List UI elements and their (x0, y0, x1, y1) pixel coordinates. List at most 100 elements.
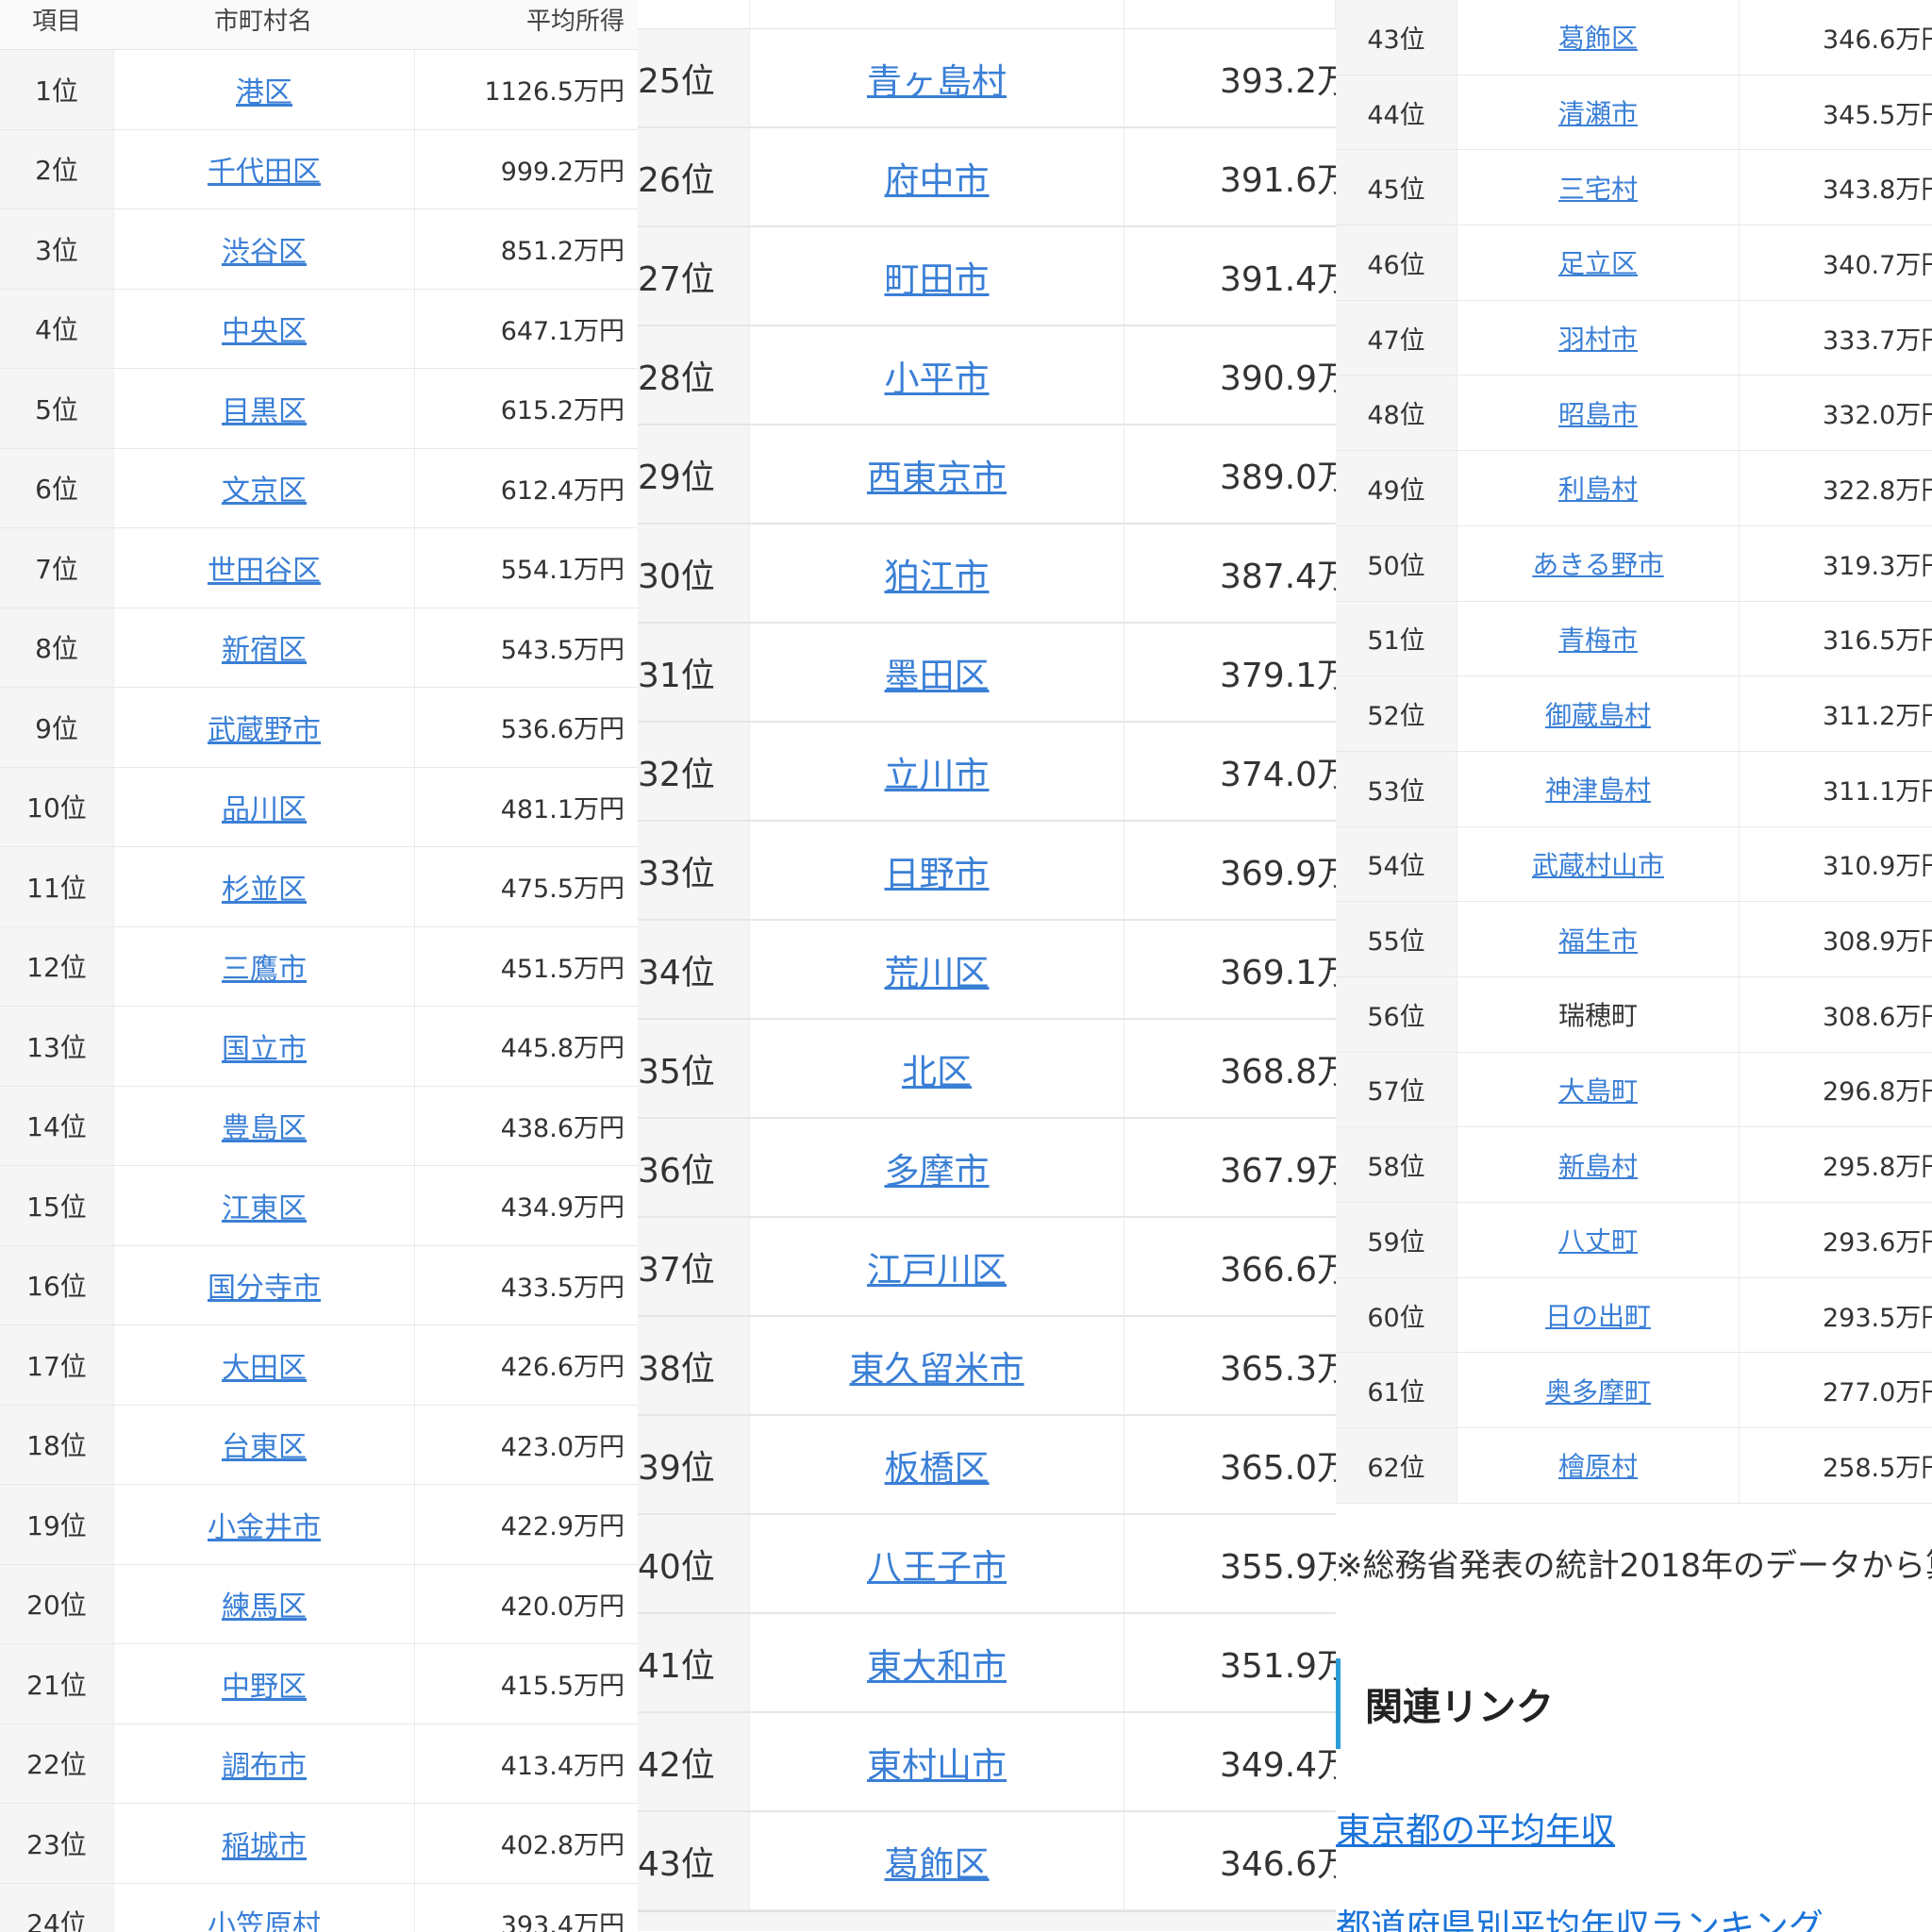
municipality-link[interactable]: 青梅市 (1558, 620, 1638, 658)
rank-cell: 57位 (1336, 1052, 1457, 1127)
municipality-link[interactable]: 大田区 (222, 1344, 307, 1386)
municipality-link[interactable]: 小平市 (885, 350, 990, 401)
rank-cell: 2位 (0, 129, 113, 208)
municipality-link[interactable]: 渋谷区 (222, 228, 307, 270)
municipality-link[interactable]: 小金井市 (208, 1504, 321, 1545)
municipality-cell: 小金井市 (113, 1485, 415, 1564)
income-value: 319.3万円 (1823, 551, 1932, 581)
municipality-link[interactable]: 千代田区 (208, 148, 321, 190)
municipality-link[interactable]: 日の出町 (1545, 1296, 1651, 1334)
municipality-link[interactable]: 中央区 (222, 308, 307, 349)
municipality-link[interactable]: 昭島市 (1558, 394, 1638, 432)
income-cell: 296.8万円 (1740, 1052, 1932, 1127)
municipality-link[interactable]: 武蔵野市 (208, 707, 321, 748)
municipality-link[interactable]: 清瀬市 (1558, 93, 1638, 131)
rank-cell: 1位 (0, 50, 113, 129)
municipality-link[interactable]: 墨田区 (885, 647, 990, 698)
municipality-link[interactable]: 武蔵村山市 (1532, 845, 1664, 883)
municipality-link[interactable]: 羽村市 (1558, 319, 1638, 357)
municipality-link[interactable]: 葛飾区 (1558, 18, 1638, 56)
income-cell: 422.9万円 (415, 1485, 638, 1564)
municipality-link[interactable]: 国分寺市 (208, 1264, 321, 1306)
rank-cell: 10位 (0, 767, 113, 846)
municipality-link[interactable]: 神津島村 (1545, 770, 1651, 808)
municipality-link[interactable]: 利島村 (1558, 469, 1638, 507)
municipality-link[interactable]: 東村山市 (867, 1737, 1007, 1788)
municipality-link[interactable]: 八王子市 (867, 1539, 1007, 1590)
municipality-link[interactable]: 多摩市 (885, 1142, 990, 1193)
rank-cell: 11位 (0, 847, 113, 926)
income-cell: 554.1万円 (415, 528, 638, 608)
rank-cell: 44位 (1336, 75, 1457, 150)
municipality-link[interactable]: 西東京市 (867, 449, 1007, 500)
table-row: 9位 武蔵野市 536.6万円 (0, 688, 638, 768)
municipality-link[interactable]: 八丈町 (1558, 1221, 1638, 1258)
rank-cell: 52位 (1336, 676, 1457, 751)
income-value: 293.5万円 (1823, 1303, 1932, 1333)
municipality-link[interactable]: 小笠原村 (208, 1902, 321, 1932)
municipality-link[interactable]: 日野市 (885, 845, 990, 896)
municipality-link[interactable]: 国立市 (222, 1025, 307, 1067)
municipality-link[interactable]: 練馬区 (222, 1583, 307, 1624)
municipality-cell: 日野市 (749, 822, 1124, 919)
municipality-link[interactable]: 東大和市 (867, 1638, 1007, 1689)
income-value: 345.5万円 (1823, 100, 1932, 130)
income-cell: 343.8万円 (1740, 150, 1932, 225)
municipality-link[interactable]: 御蔵島村 (1545, 695, 1651, 733)
income-cell: 308.9万円 (1740, 902, 1932, 976)
municipality-link[interactable]: 江東区 (222, 1185, 307, 1226)
municipality-link[interactable]: 大島町 (1558, 1071, 1638, 1108)
municipality-link[interactable]: 杉並区 (222, 866, 307, 908)
municipality-link[interactable]: 町田市 (885, 251, 990, 302)
municipality-cell: 三宅村 (1457, 150, 1740, 225)
municipality-link[interactable]: 台東区 (222, 1424, 307, 1465)
municipality-link[interactable]: あきる野市 (1532, 544, 1663, 582)
municipality-link[interactable]: 足立区 (1558, 243, 1638, 281)
municipality-link[interactable]: 世田谷区 (208, 547, 321, 589)
municipality-link[interactable]: 文京区 (222, 467, 307, 508)
municipality-link[interactable]: 品川区 (222, 786, 307, 827)
municipality-link[interactable]: 奥多摩町 (1545, 1372, 1651, 1409)
municipality-link[interactable]: 葛飾区 (885, 1836, 990, 1887)
table-row: 39位 板橋区 365.0万円 (638, 1416, 1336, 1515)
municipality-cell: 中野区 (113, 1644, 415, 1724)
municipality-link[interactable]: 東久留米市 (850, 1341, 1024, 1391)
rank-cell: 43位 (1336, 0, 1457, 75)
municipality-link[interactable]: 立川市 (885, 746, 990, 797)
municipality-link[interactable]: 板橋区 (885, 1440, 990, 1491)
income-value: 387.4万円 (1220, 557, 1336, 596)
municipality-link[interactable]: 青ヶ島村 (867, 53, 1007, 104)
municipality-link[interactable]: 港区 (236, 69, 292, 110)
municipality-link[interactable]: 稲城市 (222, 1823, 307, 1864)
municipality-link[interactable]: 目黒区 (222, 388, 307, 429)
municipality-link[interactable]: 江戸川区 (867, 1241, 1007, 1292)
table-row: 50位 あきる野市 319.3万円 (1336, 525, 1932, 602)
municipality-cell: 府中市 (749, 128, 1124, 225)
rank-cell: 6位 (0, 448, 113, 527)
income-cell: 366.6万円 (1124, 1218, 1336, 1315)
income-cell: 413.4万円 (415, 1724, 638, 1803)
municipality-link[interactable]: 中野区 (222, 1663, 307, 1705)
municipality-link[interactable]: 新島村 (1558, 1146, 1638, 1184)
municipality-cell: 清瀬市 (1457, 75, 1740, 150)
municipality-link[interactable]: 檜原村 (1558, 1446, 1638, 1484)
rank-cell: 47位 (1336, 300, 1457, 375)
rank-cell: 21位 (0, 1644, 113, 1724)
municipality-link[interactable]: 新宿区 (222, 626, 307, 668)
related-link-prefecture-ranking[interactable]: 都道府県別平均年収ランキング (1336, 1898, 1824, 1932)
municipality-link[interactable]: 福生市 (1558, 921, 1638, 958)
rank-cell: 43位 (638, 1812, 749, 1909)
income-value: 333.7万円 (1823, 325, 1932, 356)
related-link-tokyo-average-income[interactable]: 東京都の平均年収 (1336, 1802, 1615, 1853)
income-cell: 426.6万円 (415, 1325, 638, 1405)
table-body: 1位 港区 1126.5万円 2位 千代田区 999.2万円 3位 渋谷区 851.2万円 4位中… (0, 50, 638, 1932)
rank-cell: 3位 (0, 209, 113, 289)
municipality-link[interactable]: 調布市 (222, 1742, 307, 1784)
municipality-link[interactable]: 狛江市 (885, 548, 990, 599)
municipality-link[interactable]: 荒川区 (885, 944, 990, 995)
municipality-link[interactable]: 豊島区 (222, 1105, 307, 1146)
municipality-link[interactable]: 北区 (902, 1043, 972, 1094)
municipality-link[interactable]: 三宅村 (1558, 169, 1638, 207)
municipality-link[interactable]: 三鷹市 (222, 945, 307, 987)
municipality-link[interactable]: 府中市 (885, 152, 990, 203)
